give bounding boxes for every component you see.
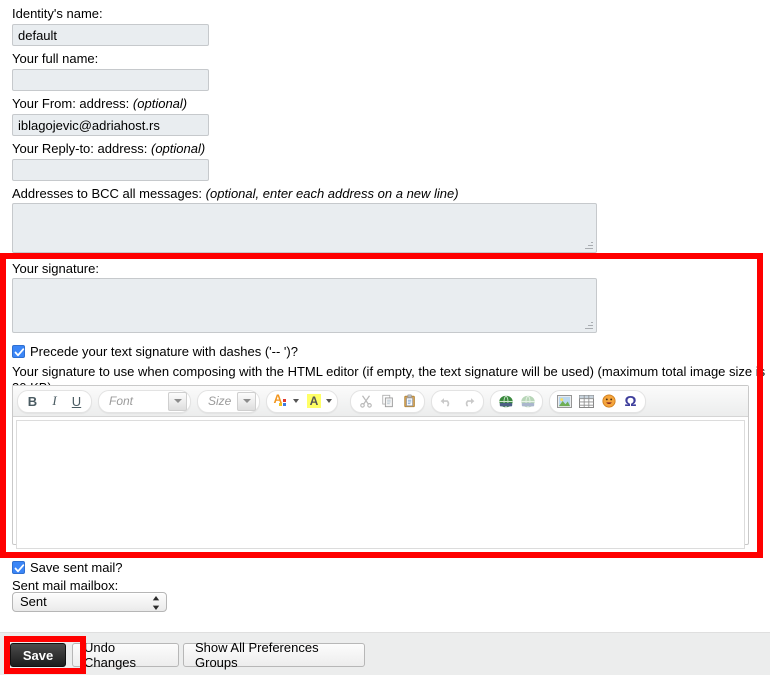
toolbar-group-clipboard <box>350 389 425 413</box>
bcc-textarea[interactable] <box>12 203 597 253</box>
from-address-label: Your From: address: (optional) <box>0 96 187 112</box>
bcc-textarea-wrap <box>0 203 597 253</box>
precede-dashes-checkbox[interactable] <box>12 345 25 358</box>
identity-name-label: Identity's name: <box>12 6 103 21</box>
toolbar-group-insert: Ω <box>549 389 646 413</box>
chevron-down-icon <box>168 391 187 411</box>
insert-table-icon[interactable] <box>576 392 597 411</box>
from-address-input[interactable] <box>12 114 209 136</box>
bcc-optional-text: (optional, enter each address on a new l… <box>205 186 459 201</box>
html-signature-editable-area[interactable] <box>16 420 745 549</box>
identity-name-input[interactable] <box>12 24 209 46</box>
special-character-omega-icon[interactable]: Ω <box>620 392 641 411</box>
toolbar-group-history <box>431 389 484 413</box>
background-color-chevron-down-icon[interactable] <box>326 399 332 403</box>
toolbar-group-links <box>490 389 543 413</box>
font-family-placeholder: Font <box>109 394 134 408</box>
insert-emoticon-icon[interactable] <box>598 392 619 411</box>
sent-mailbox-value: Sent <box>20 594 47 609</box>
bold-button[interactable]: B <box>22 392 43 411</box>
reply-to-optional-text: (optional) <box>151 141 206 156</box>
reply-to-label-text: Your Reply-to: address: <box>12 141 148 156</box>
precede-dashes-row[interactable]: Precede your text signature with dashes … <box>0 344 298 359</box>
undo-changes-button[interactable]: Undo Changes <box>72 640 179 670</box>
bcc-label-text: Addresses to BCC all messages: <box>12 186 203 201</box>
redo-arrow-icon[interactable] <box>458 392 479 411</box>
copy-icon[interactable] <box>377 392 398 411</box>
editor-toolbar: B I U Font Size A A Ω <box>13 386 748 417</box>
insert-link-globe-icon[interactable] <box>495 392 516 411</box>
reply-to-input[interactable] <box>12 159 209 181</box>
italic-button[interactable]: I <box>44 392 65 411</box>
text-color-chevron-down-icon[interactable] <box>293 399 299 403</box>
chevron-down-icon <box>237 391 256 411</box>
toolbar-group-colors: A A <box>266 389 338 413</box>
full-name-label: Your full name: <box>12 51 99 66</box>
save-sent-mail-checkbox[interactable] <box>12 561 25 574</box>
precede-dashes-label: Precede your text signature with dashes … <box>30 344 298 359</box>
sent-mailbox-select[interactable]: Sent <box>12 592 167 612</box>
remove-link-globe-icon[interactable] <box>517 392 538 411</box>
signature-label: Your signature: <box>12 261 99 276</box>
text-color-icon[interactable]: A <box>272 392 290 411</box>
save-button[interactable]: Save <box>10 643 66 667</box>
font-family-select[interactable]: Font <box>98 389 191 413</box>
font-size-placeholder: Size <box>208 394 232 408</box>
identity-preferences-page: Identity's name: Your full name: Your Fr… <box>0 0 770 690</box>
paste-icon[interactable] <box>399 392 420 411</box>
cut-scissors-icon[interactable] <box>355 392 376 411</box>
save-sent-mail-label: Save sent mail? <box>30 560 123 575</box>
show-all-preferences-groups-button[interactable]: Show All Preferences Groups <box>183 640 365 670</box>
select-stepper-arrows-icon <box>152 595 160 611</box>
signature-textarea-wrap <box>0 278 597 333</box>
font-size-select[interactable]: Size <box>197 389 260 413</box>
background-color-icon[interactable]: A <box>305 392 323 411</box>
undo-arrow-icon[interactable] <box>436 392 457 411</box>
from-address-label-text: Your From: address: <box>12 96 130 111</box>
full-name-input[interactable] <box>12 69 209 91</box>
insert-image-icon[interactable] <box>554 392 575 411</box>
bcc-label: Addresses to BCC all messages: (optional… <box>0 186 459 202</box>
toolbar-group-formatting: B I U <box>17 389 92 413</box>
reply-to-label: Your Reply-to: address: (optional) <box>0 141 205 157</box>
html-signature-editor[interactable]: B I U Font Size A A Ω <box>12 385 749 549</box>
signature-textarea[interactable] <box>12 278 597 333</box>
save-sent-mail-row[interactable]: Save sent mail? <box>0 560 123 575</box>
underline-button[interactable]: U <box>66 392 87 411</box>
from-address-optional-text: (optional) <box>132 96 188 111</box>
